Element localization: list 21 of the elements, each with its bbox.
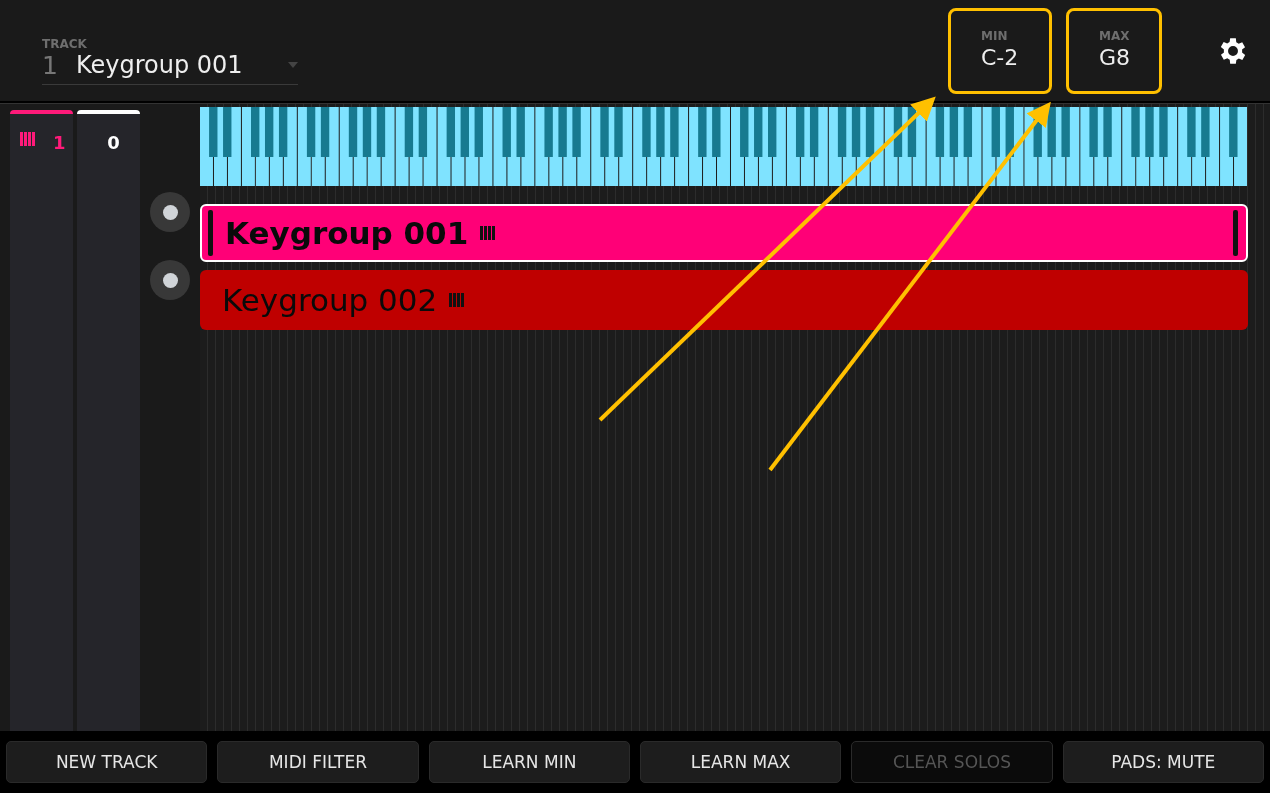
action-button[interactable]: LEARN MIN (428, 741, 630, 783)
piano-icon (449, 293, 465, 307)
action-button[interactable]: PADS: MUTE (1062, 741, 1264, 783)
dropdown-caret-icon (288, 62, 298, 68)
strip-number: 1 (53, 132, 66, 153)
piano-icon (20, 132, 35, 146)
track-solo-button[interactable] (150, 192, 190, 232)
track-lane[interactable]: Keygroup 001 (200, 204, 1248, 262)
strip-number: 0 (107, 132, 120, 153)
track-solo-button[interactable] (150, 260, 190, 300)
action-button[interactable]: MIDI FILTER (217, 741, 419, 783)
track-select[interactable]: 1 Keygroup 001 (42, 50, 298, 85)
range-field[interactable]: MIN C-2 (948, 7, 1052, 94)
range-field[interactable]: MAX G8 (1066, 7, 1162, 94)
action-button[interactable]: LEARN MAX (640, 741, 842, 783)
piano-icon (480, 226, 496, 240)
channel-strip[interactable]: 1 (10, 110, 73, 731)
channel-strip[interactable]: 0 (77, 110, 140, 731)
track-label: TRACK (42, 36, 88, 51)
action-button[interactable]: NEW TRACK (6, 741, 208, 783)
piano-keyboard-drawing[interactable] (200, 107, 1248, 186)
